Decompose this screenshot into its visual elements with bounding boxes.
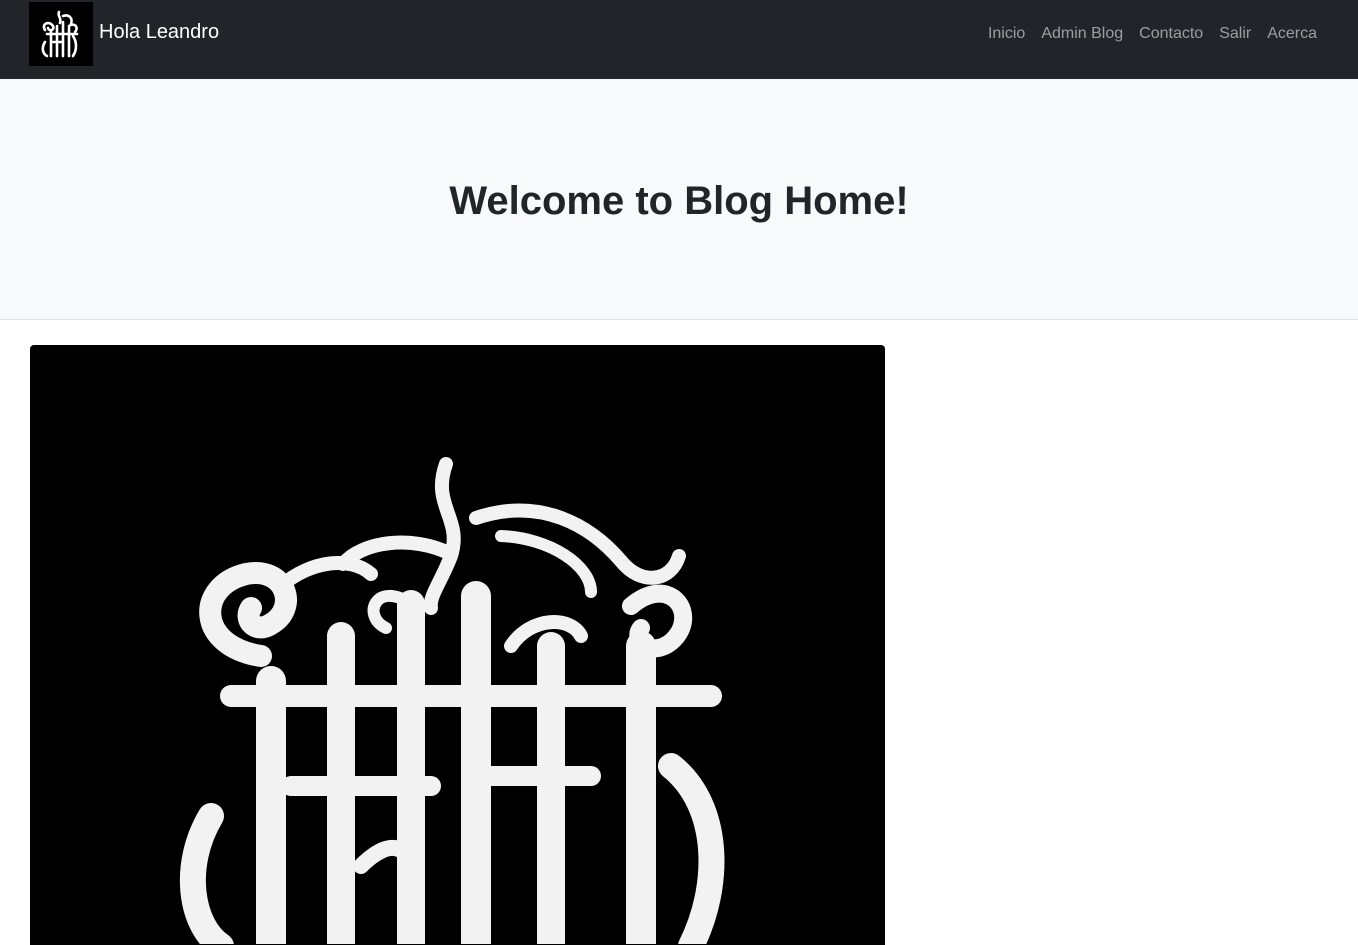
post-image[interactable] xyxy=(30,345,885,945)
nav-link-inicio[interactable]: Inicio xyxy=(980,24,1033,44)
nav-link-acerca[interactable]: Acerca xyxy=(1259,24,1325,44)
nav-link-admin-blog[interactable]: Admin Blog xyxy=(1033,24,1131,44)
brand-logo-icon[interactable] xyxy=(29,2,93,66)
nav-links: Inicio Admin Blog Contacto Salir Acerca xyxy=(980,24,1325,44)
nav-link-salir[interactable]: Salir xyxy=(1211,24,1259,44)
nav-link-contacto[interactable]: Contacto xyxy=(1131,24,1211,44)
page-title: Welcome to Blog Home! xyxy=(449,179,909,223)
page-header: Welcome to Blog Home! xyxy=(0,79,1358,320)
brand-text[interactable]: Hola Leandro xyxy=(99,20,219,44)
top-navbar: Hola Leandro Inicio Admin Blog Contacto … xyxy=(0,0,1358,79)
monogram-logo-image xyxy=(31,346,884,944)
monogram-logo-icon xyxy=(29,2,93,66)
